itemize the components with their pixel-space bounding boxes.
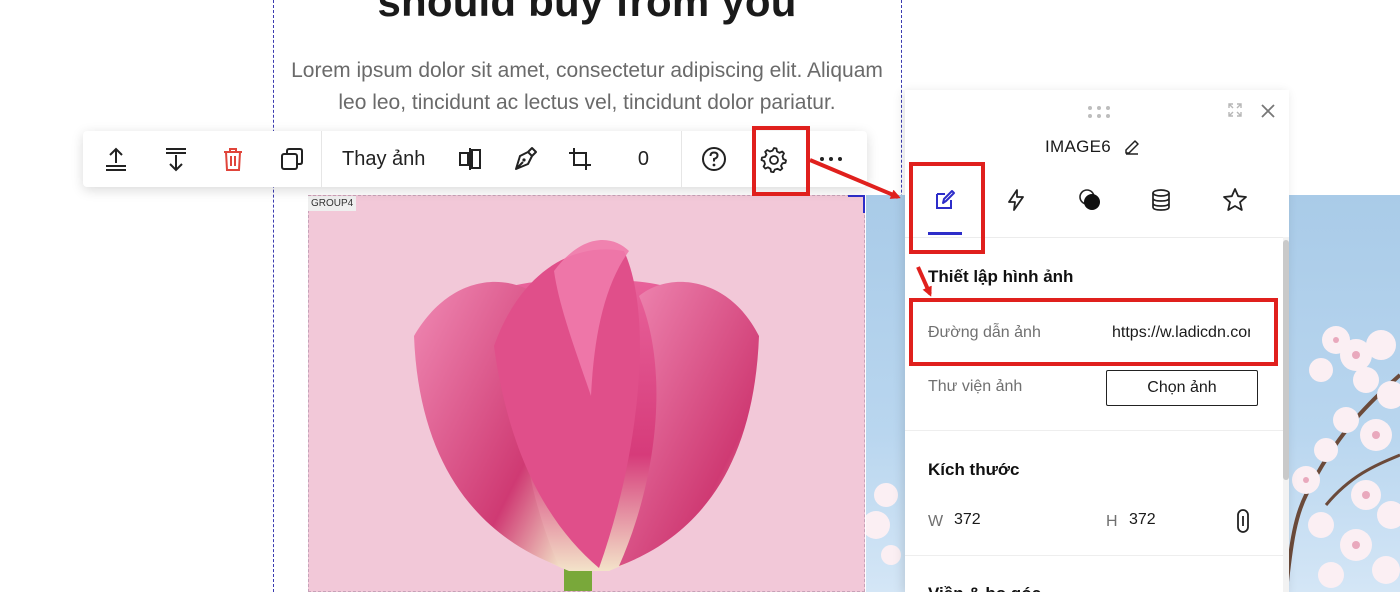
design-tab-highlight-box xyxy=(909,162,985,254)
width-label: W xyxy=(928,513,944,530)
settings-highlight-box xyxy=(752,126,810,196)
border-radius-title: Viền & bo góc xyxy=(928,584,1041,592)
panel-scroll-thumb[interactable] xyxy=(1283,240,1289,480)
more-button[interactable] xyxy=(802,131,860,187)
duplicate-button[interactable] xyxy=(263,131,321,187)
page-headline[interactable]: should buy from you xyxy=(273,0,901,26)
replace-image-button[interactable]: Thay ảnh xyxy=(322,131,445,187)
move-down-button[interactable] xyxy=(148,131,203,187)
editor-canvas: should buy from you Lorem ipsum dolor si… xyxy=(0,0,1400,592)
data-tab-icon xyxy=(1152,189,1170,211)
effects-tab-icon xyxy=(1079,189,1100,210)
close-icon[interactable] xyxy=(1259,102,1277,120)
selection-corner-handle[interactable] xyxy=(848,195,865,213)
delete-icon xyxy=(224,148,242,171)
tab-data[interactable] xyxy=(1141,180,1181,220)
section-divider xyxy=(905,555,1283,556)
move-down-icon xyxy=(165,148,186,172)
group-tag: GROUP4 xyxy=(308,196,357,211)
flip-icon xyxy=(459,148,482,170)
expand-icon[interactable] xyxy=(1227,102,1243,118)
tulip-picture xyxy=(414,239,759,591)
flip-button[interactable] xyxy=(445,131,495,187)
page-subtext[interactable]: Lorem ipsum dolor sit amet, consectetur … xyxy=(290,55,884,119)
drag-grip-icon[interactable] xyxy=(1087,105,1111,119)
height-label: H xyxy=(1106,513,1118,530)
image-settings-title: Thiết lập hình ảnh xyxy=(928,267,1074,286)
image-url-highlight-box xyxy=(909,298,1278,366)
move-up-icon xyxy=(105,147,126,171)
pen-icon xyxy=(515,147,538,170)
events-tab-icon xyxy=(1008,189,1024,211)
width-input[interactable]: 372 xyxy=(954,511,981,529)
favorite-tab-icon xyxy=(1223,188,1247,211)
pen-button[interactable] xyxy=(495,131,555,187)
section-guide-left xyxy=(273,0,274,592)
delete-button[interactable] xyxy=(203,131,263,187)
lock-ratio-icon[interactable] xyxy=(1235,508,1251,534)
tab-events[interactable] xyxy=(996,180,1036,220)
help-icon xyxy=(702,147,727,171)
height-input[interactable]: 372 xyxy=(1129,511,1156,529)
move-up-button[interactable] xyxy=(83,131,148,187)
choose-image-button[interactable]: Chọn ảnh xyxy=(1106,370,1258,406)
element-name: IMAGE6 xyxy=(1045,137,1112,156)
duplicate-icon xyxy=(281,148,303,170)
tulip-image[interactable] xyxy=(308,195,865,592)
tab-favorite[interactable] xyxy=(1215,180,1255,220)
section-divider xyxy=(905,430,1283,431)
crop-button[interactable] xyxy=(555,131,605,187)
help-button[interactable] xyxy=(682,131,746,187)
size-title: Kích thước xyxy=(928,460,1020,479)
crop-icon xyxy=(569,148,592,170)
rotation-value[interactable]: 0 xyxy=(605,131,681,187)
rename-pencil-icon[interactable] xyxy=(1123,137,1141,155)
element-toolbar: Thay ảnh 0 xyxy=(83,131,867,187)
tab-effects[interactable] xyxy=(1070,180,1110,220)
more-icon xyxy=(820,157,843,161)
image-library-label: Thư viện ảnh xyxy=(928,378,1023,395)
